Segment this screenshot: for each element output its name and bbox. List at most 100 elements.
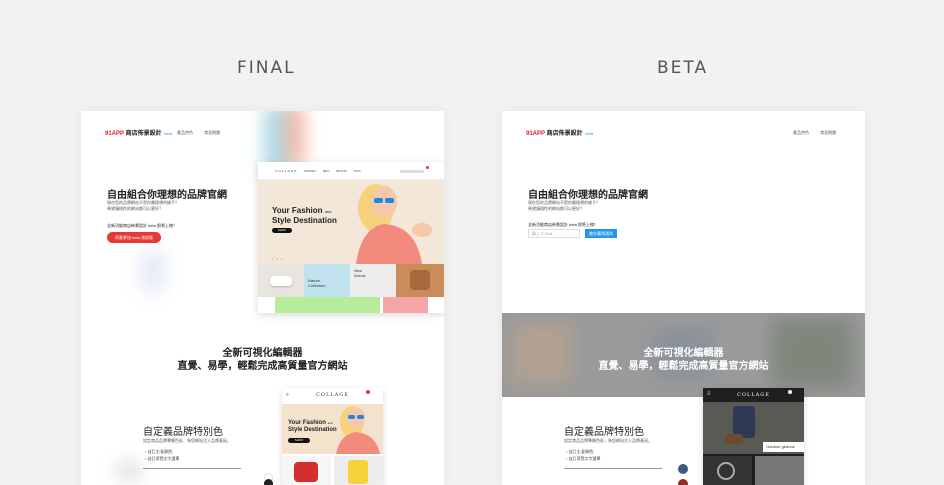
cart-badge-icon — [366, 390, 370, 394]
preview-nav-item: WOMEN — [304, 169, 316, 173]
preview-logo: COLLAGE — [275, 169, 298, 173]
banner-line: Style Destination — [272, 216, 337, 225]
cart-badge-icon — [788, 390, 792, 394]
logo-text: 商店佈景設計 — [546, 131, 583, 137]
brand-color-section: 自定義品牌特別色 設定商品品牌專屬色彩，為您網站注入品牌基因。 自訂主/副顏色 … — [81, 388, 444, 485]
color-swatch[interactable] — [678, 464, 688, 474]
tile-text: Nature Collection — [308, 278, 326, 288]
top-nav: 產品特色 常見問題 — [177, 130, 230, 136]
beta-page-panel: 91APP 商店佈景設計 beta 產品特色 常見問題 自由組合你理想的品牌官網… — [502, 111, 865, 485]
hero-section: 91APP 商店佈景設計 beta 產品特色 常見問題 自由組合你理想的品牌官網… — [502, 111, 865, 313]
product-tile — [703, 456, 752, 485]
collage-mock-dark: COLLAGE ≡ Outdoor gears ▸ — [703, 388, 804, 485]
mock-line: Your Fashion — [288, 420, 326, 426]
hero-subtitle-line: 希望讓個性的網站都可以更好？ — [107, 206, 163, 211]
mock-banner: Outdoor gears ▸ — [703, 402, 804, 454]
banner-and: and — [324, 209, 332, 214]
nav-item-faq[interactable]: 常見問題 — [204, 130, 220, 135]
blur-decoration — [141, 251, 165, 291]
hero-title: 自由組合你理想的品牌官網 — [528, 190, 648, 201]
model-photo-icon — [356, 184, 432, 264]
hero-section: 91APP 商店佈景設計 beta 產品特色 常見問題 自由組合你理想的品牌官網… — [81, 111, 444, 313]
list-item: 自訂主/副顏色 — [145, 448, 180, 455]
brand-color-title: 自定義品牌特別色 — [564, 427, 644, 438]
preview-nav-item: KIDS — [353, 169, 361, 173]
list-item: 自訂主/副顏色 — [566, 448, 601, 455]
carousel-dots: • • • — [272, 256, 284, 261]
tile-line: Collection — [308, 283, 326, 288]
brand-feature-list: 自訂主/副顏色 自訂導覽文字選單 — [566, 448, 601, 462]
mock-line: Style Destination — [288, 427, 337, 433]
logo-tag: beta — [164, 131, 173, 136]
top-nav: 產品特色 常見問題 — [793, 130, 846, 136]
mock-caption: Outdoor gears ▸ — [763, 442, 804, 452]
launch-notice: 全新功能商店佈景設計 beta 即將上線！ — [528, 222, 599, 227]
preview-banner-headline: Your Fashion and Style Destination — [272, 206, 337, 225]
list-item: 自訂導覽文字選單 — [145, 455, 180, 462]
nav-item-faq[interactable]: 常見問題 — [820, 130, 836, 135]
hero-subtitle-line: 希望讓個性的網站都可以更好？ — [528, 206, 584, 211]
banner-line: Your Fashion — [272, 206, 323, 215]
email-input[interactable]: 輸入 E-Mail — [528, 229, 580, 238]
preview-nav-item: MEN — [322, 169, 330, 173]
preview-nav-item: BRAND — [336, 169, 347, 173]
notify-me-button[interactable]: 搶先獲得通知 — [585, 229, 617, 238]
collage-mock: COLLAGE ≡ Your Fashion and Style Destina… — [282, 388, 383, 485]
list-item: 自訂導覽文字選單 — [566, 455, 601, 462]
site-logo[interactable]: 91APP 商店佈景設計 beta — [105, 128, 172, 137]
editor-subheading: 直覺、易學，輕鬆完成高質量官方網站 — [598, 361, 769, 372]
logo-mark: 91APP — [105, 131, 124, 137]
divider — [143, 468, 241, 469]
product-tile — [334, 456, 383, 485]
logo-mark: 91APP — [526, 131, 545, 137]
preview-banner: Your Fashion and Style Destination SHOP … — [258, 180, 444, 264]
product-tile — [383, 297, 428, 313]
editor-section: 全新可視化編輯器 直覺、易學，輕鬆完成高質量官方網站 — [81, 313, 444, 397]
site-logo[interactable]: 91APP 商店佈景設計 beta — [526, 128, 593, 137]
editor-subheading: 直覺、易學，輕鬆完成高質量官方網站 — [177, 361, 348, 372]
mock-banner: Your Fashion and Style Destination SHOP — [282, 404, 383, 454]
product-tile — [396, 264, 444, 297]
blur-decoration — [286, 111, 304, 165]
model-photo-icon — [336, 406, 380, 454]
brand-color-subtitle: 設定商品品牌專屬色彩，為您網站注入品牌基因。 — [143, 438, 231, 443]
comparison-stage: FINAL BETA 91APP 商店佈景設計 beta 產品特色 常見問題 自… — [0, 0, 944, 485]
mock-headline: Your Fashion and Style Destination — [288, 420, 337, 434]
tile-text: New Arrival — [354, 268, 365, 278]
preview-header: COLLAGE WOMEN MEN BRAND KIDS — [258, 162, 444, 180]
launch-notice: 全新功能商店佈景設計 beta 即將上線！ — [107, 223, 178, 228]
template-preview: COLLAGE WOMEN MEN BRAND KIDS Your Fashio… — [258, 162, 444, 313]
logo-text: 商店佈景設計 — [125, 131, 162, 137]
preview-product-grid: Nature Collection New Arrival — [258, 264, 444, 313]
mock-logo: COLLAGE — [316, 392, 349, 398]
brand-feature-list: 自訂主/副顏色 自訂導覽文字選單 — [145, 448, 180, 462]
product-tile — [275, 297, 380, 313]
color-swatch[interactable] — [264, 479, 273, 485]
menu-icon: ≡ — [286, 392, 289, 398]
mock-and: and — [327, 421, 333, 425]
nav-item-features[interactable]: 產品特色 — [177, 130, 193, 135]
product-tile — [258, 264, 304, 297]
nav-item-features[interactable]: 產品特色 — [793, 130, 809, 135]
hero-title: 自由組合你理想的品牌官網 — [107, 190, 227, 201]
mock-logo: COLLAGE — [737, 392, 770, 398]
blur-decoration — [117, 463, 141, 479]
preview-nav: WOMEN MEN BRAND KIDS — [304, 169, 367, 173]
product-tile: New Arrival — [350, 264, 396, 297]
beta-column-title: BETA — [657, 58, 709, 78]
final-page-panel: 91APP 商店佈景設計 beta 產品特色 常見問題 自由組合你理想的品牌官網… — [81, 111, 444, 485]
mock-shop-button: SHOP — [288, 438, 310, 443]
product-tile — [755, 456, 804, 485]
preview-shop-button: SHOP — [272, 228, 292, 233]
color-swatch[interactable] — [678, 479, 688, 485]
hero-subtitle: 現在您的品牌網站不是你最理想的樣子？ 希望讓個性的網站都可以更好？ — [528, 200, 600, 212]
hero-subtitle: 現在您的品牌網站不是你最理想的樣子？ 希望讓個性的網站都可以更好？ — [107, 200, 179, 212]
brand-color-title: 自定義品牌特別色 — [143, 427, 223, 438]
preview-search-input — [400, 170, 424, 173]
product-tile — [282, 456, 331, 485]
divider — [564, 468, 662, 469]
join-beta-button[interactable]: 同意參加 beta 測試版 — [107, 232, 161, 243]
menu-icon: ≡ — [707, 391, 711, 397]
editor-section: 全新可視化編輯器 直覺、易學，輕鬆完成高質量官方網站 — [502, 313, 865, 397]
cart-badge-icon — [426, 166, 429, 169]
